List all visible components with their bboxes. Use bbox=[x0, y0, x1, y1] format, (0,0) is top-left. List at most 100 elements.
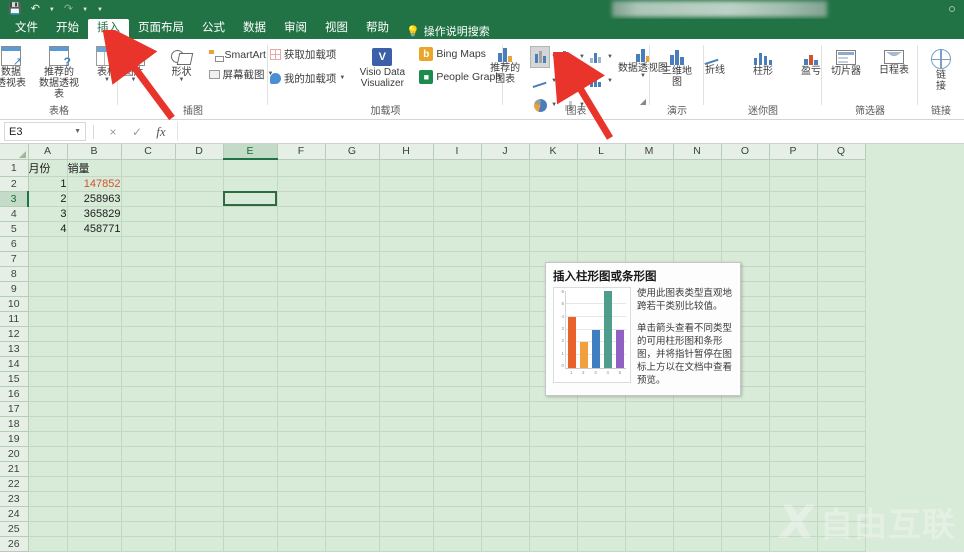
tab-formulas[interactable]: 公式 bbox=[193, 19, 234, 39]
cell-A18[interactable] bbox=[28, 416, 68, 432]
cell-H22[interactable] bbox=[379, 476, 434, 492]
row-header-4[interactable]: 4 bbox=[0, 206, 29, 222]
cell-C26[interactable] bbox=[121, 536, 176, 552]
cell-J24[interactable] bbox=[481, 506, 530, 522]
cell-I17[interactable] bbox=[433, 401, 482, 417]
cell-Q22[interactable] bbox=[817, 476, 866, 492]
cell-I25[interactable] bbox=[433, 521, 482, 537]
row-header-9[interactable]: 9 bbox=[0, 281, 29, 297]
row-header-25[interactable]: 25 bbox=[0, 521, 29, 537]
cell-E23[interactable] bbox=[223, 491, 278, 507]
cell-G11[interactable] bbox=[325, 311, 380, 327]
cell-B3[interactable]: 258963 bbox=[67, 191, 122, 207]
get-addins-button[interactable]: 获取加载项 bbox=[268, 46, 347, 63]
cell-B4[interactable]: 365829 bbox=[67, 206, 122, 222]
column-header-f[interactable]: F bbox=[277, 144, 326, 160]
pivot-table-button[interactable]: 数据 透视表 bbox=[0, 44, 34, 91]
cell-Q5[interactable] bbox=[817, 221, 866, 237]
cell-K20[interactable] bbox=[529, 446, 578, 462]
cell-D3[interactable] bbox=[175, 191, 224, 207]
cell-D6[interactable] bbox=[175, 236, 224, 252]
cell-N2[interactable] bbox=[673, 176, 722, 192]
cell-G20[interactable] bbox=[325, 446, 380, 462]
cell-F26[interactable] bbox=[277, 536, 326, 552]
cell-J7[interactable] bbox=[481, 251, 530, 267]
cell-Q11[interactable] bbox=[817, 311, 866, 327]
cell-N18[interactable] bbox=[673, 416, 722, 432]
cell-M2[interactable] bbox=[625, 176, 674, 192]
cell-G2[interactable] bbox=[325, 176, 380, 192]
cell-A12[interactable] bbox=[28, 326, 68, 342]
column-header-b[interactable]: B bbox=[67, 144, 122, 160]
cell-Q2[interactable] bbox=[817, 176, 866, 192]
cell-D19[interactable] bbox=[175, 431, 224, 447]
name-box[interactable]: E3 ▼ bbox=[4, 122, 86, 141]
cell-J21[interactable] bbox=[481, 461, 530, 477]
cell-K21[interactable] bbox=[529, 461, 578, 477]
cell-G22[interactable] bbox=[325, 476, 380, 492]
cell-G24[interactable] bbox=[325, 506, 380, 522]
cell-I11[interactable] bbox=[433, 311, 482, 327]
cell-P3[interactable] bbox=[769, 191, 818, 207]
cell-P19[interactable] bbox=[769, 431, 818, 447]
cell-A7[interactable] bbox=[28, 251, 68, 267]
cell-E25[interactable] bbox=[223, 521, 278, 537]
cell-F4[interactable] bbox=[277, 206, 326, 222]
sparkline-column-button[interactable]: 柱形 bbox=[740, 48, 786, 79]
save-icon[interactable]: 💾 bbox=[8, 4, 22, 15]
row-header-2[interactable]: 2 bbox=[0, 176, 29, 192]
row-header-1[interactable]: 1 bbox=[0, 159, 29, 177]
cell-Q4[interactable] bbox=[817, 206, 866, 222]
cell-K18[interactable] bbox=[529, 416, 578, 432]
cell-P16[interactable] bbox=[769, 386, 818, 402]
cell-B16[interactable] bbox=[67, 386, 122, 402]
cell-I8[interactable] bbox=[433, 266, 482, 282]
cell-M3[interactable] bbox=[625, 191, 674, 207]
cell-D7[interactable] bbox=[175, 251, 224, 267]
cell-D20[interactable] bbox=[175, 446, 224, 462]
cell-C16[interactable] bbox=[121, 386, 176, 402]
cell-J2[interactable] bbox=[481, 176, 530, 192]
cell-N21[interactable] bbox=[673, 461, 722, 477]
row-header-11[interactable]: 11 bbox=[0, 311, 29, 327]
waterfall-chart-dropdown-icon[interactable]: ▼ bbox=[607, 54, 613, 60]
cell-D25[interactable] bbox=[175, 521, 224, 537]
cell-E26[interactable] bbox=[223, 536, 278, 552]
cell-J9[interactable] bbox=[481, 281, 530, 297]
cell-H1[interactable] bbox=[379, 159, 434, 177]
cell-G16[interactable] bbox=[325, 386, 380, 402]
cell-J16[interactable] bbox=[481, 386, 530, 402]
cell-I23[interactable] bbox=[433, 491, 482, 507]
cell-K24[interactable] bbox=[529, 506, 578, 522]
column-header-q[interactable]: Q bbox=[817, 144, 866, 160]
cell-P7[interactable] bbox=[769, 251, 818, 267]
cell-A3[interactable]: 2 bbox=[28, 191, 68, 207]
cell-K6[interactable] bbox=[529, 236, 578, 252]
recommended-charts-button[interactable]: 推荐的 图表 bbox=[482, 45, 528, 87]
hierarchy-chart-dropdown-icon[interactable]: ▼ bbox=[579, 54, 585, 60]
cell-E1[interactable] bbox=[223, 159, 278, 177]
cell-J25[interactable] bbox=[481, 521, 530, 537]
cell-L5[interactable] bbox=[577, 221, 626, 237]
cell-Q16[interactable] bbox=[817, 386, 866, 402]
cell-H20[interactable] bbox=[379, 446, 434, 462]
cell-H12[interactable] bbox=[379, 326, 434, 342]
row-header-13[interactable]: 13 bbox=[0, 341, 29, 357]
cell-P6[interactable] bbox=[769, 236, 818, 252]
cell-F15[interactable] bbox=[277, 371, 326, 387]
cell-H3[interactable] bbox=[379, 191, 434, 207]
pictures-dropdown-icon[interactable]: ▼ bbox=[131, 77, 137, 83]
cell-I19[interactable] bbox=[433, 431, 482, 447]
cell-P4[interactable] bbox=[769, 206, 818, 222]
cell-A25[interactable] bbox=[28, 521, 68, 537]
cell-E22[interactable] bbox=[223, 476, 278, 492]
cell-E14[interactable] bbox=[223, 356, 278, 372]
cell-J20[interactable] bbox=[481, 446, 530, 462]
column-header-a[interactable]: A bbox=[28, 144, 68, 160]
cell-D11[interactable] bbox=[175, 311, 224, 327]
cell-I26[interactable] bbox=[433, 536, 482, 552]
cell-D16[interactable] bbox=[175, 386, 224, 402]
column-chart-dropdown-icon[interactable]: ▼ bbox=[551, 54, 557, 60]
cell-E18[interactable] bbox=[223, 416, 278, 432]
cell-J23[interactable] bbox=[481, 491, 530, 507]
